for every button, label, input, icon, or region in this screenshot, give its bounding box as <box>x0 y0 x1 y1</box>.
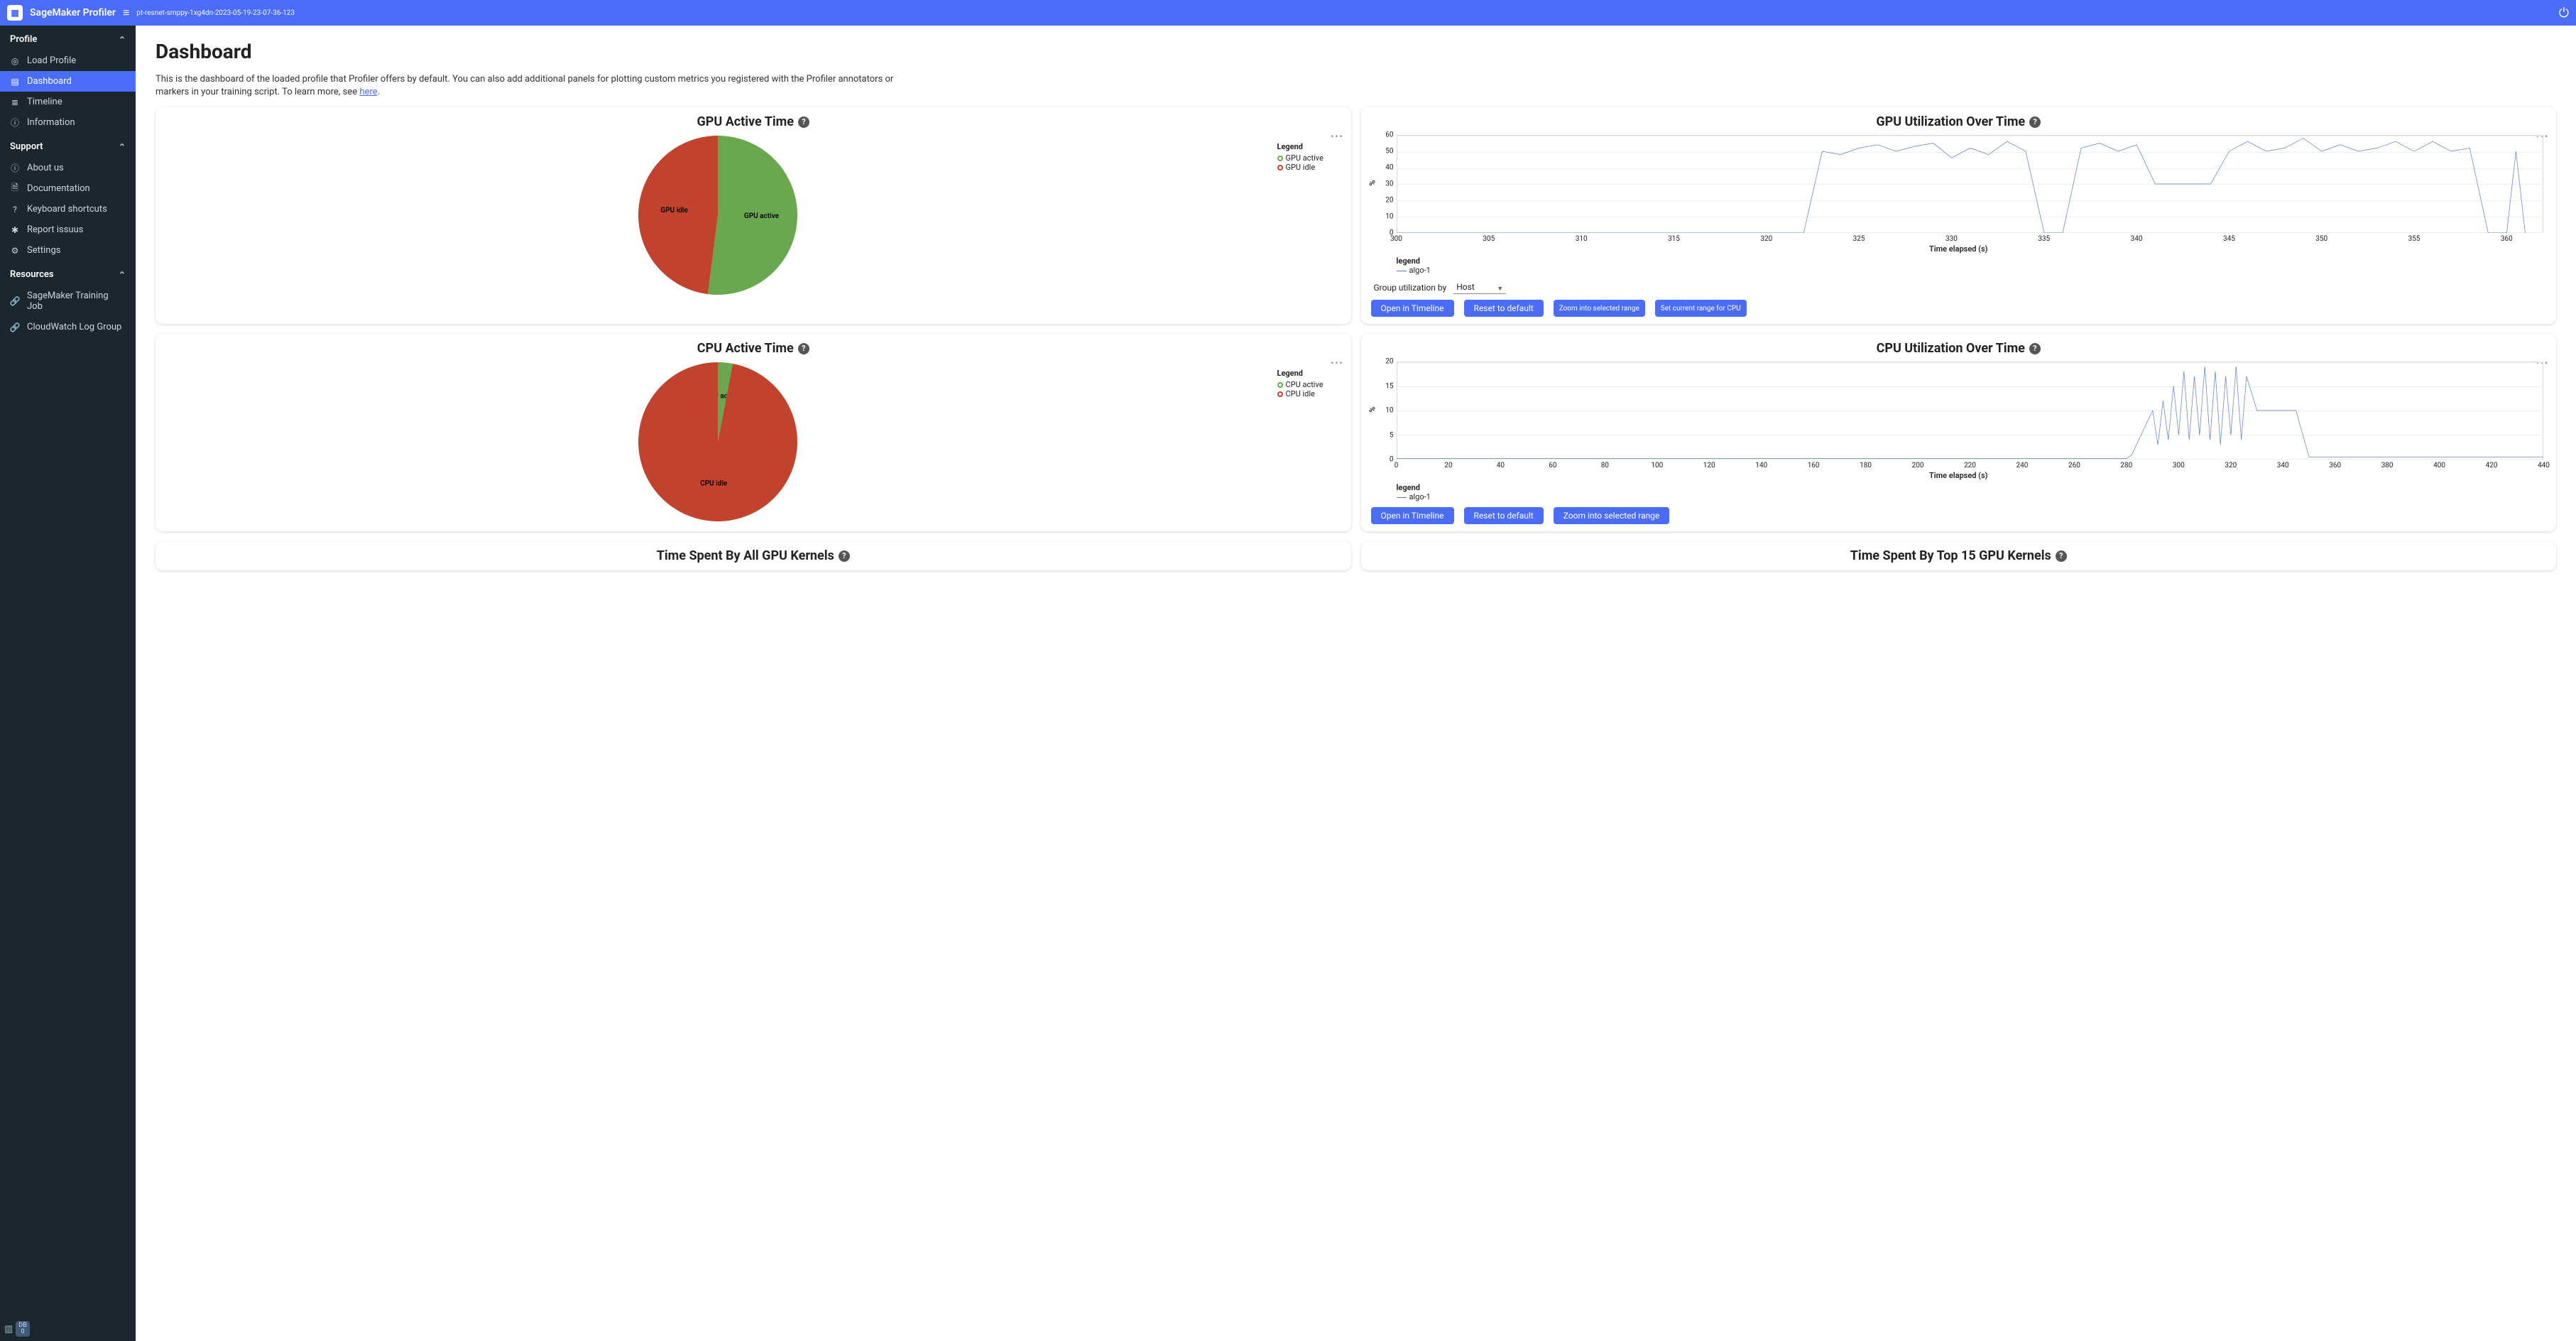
panel-cpu-utilization: CPU Utilization Over Time? ••• % 0510152… <box>1361 334 2557 531</box>
reset-to-default-button[interactable]: Reset to default <box>1464 507 1544 524</box>
link-icon: 🔗 <box>10 296 20 306</box>
sidebar-item-about-us[interactable]: ⓘ About us <box>0 158 136 178</box>
group-by-label: Group utilization by <box>1374 283 1447 293</box>
bug-icon: ✱ <box>10 225 20 235</box>
sidebar-item-timeline[interactable]: ≣ Timeline <box>0 92 136 112</box>
svg-text:GPU active: GPU active <box>744 212 780 220</box>
sidebar-item-settings[interactable]: ⚙ Settings <box>0 240 136 261</box>
panel-top15-gpu-kernels: Time Spent By Top 15 GPU Kernels? <box>1361 541 2557 570</box>
sidebar-section-profile[interactable]: Profile⌃ <box>0 26 136 50</box>
doc-icon: 🗎 <box>10 184 20 194</box>
help-icon[interactable]: ? <box>2029 116 2041 128</box>
job-name: pt-resnet-smppy-1xg4dn-2023-05-19-23-07-… <box>136 9 295 17</box>
intro-text: This is the dashboard of the loaded prof… <box>155 73 908 99</box>
help-icon[interactable]: ? <box>2029 343 2041 354</box>
chevron-up-icon: ⌃ <box>119 142 126 152</box>
help-icon[interactable]: ? <box>839 550 850 562</box>
dashboard-icon: ▤ <box>10 77 20 87</box>
sidebar-item-label: Load Profile <box>27 55 76 66</box>
panel-gpu-active-time: GPU Active Time? ••• GPU activeGPU idle … <box>155 107 1351 324</box>
zoom-into-selected-range-button[interactable]: Zoom into selected range <box>1554 507 1670 524</box>
sidebar-section-resources[interactable]: Resources⌃ <box>0 261 136 286</box>
sidebar-item-label: Timeline <box>27 97 62 107</box>
cpu-pie-legend: Legend CPU active CPU idle <box>1277 360 1341 523</box>
panel-title: Time Spent By All GPU Kernels <box>657 548 834 563</box>
help-icon[interactable]: ? <box>798 343 809 354</box>
sidebar-item-load-profile[interactable]: ◎ Load Profile <box>0 50 136 71</box>
learn-more-link[interactable]: here <box>359 87 377 97</box>
sidebar-item-label: SageMaker Training Job <box>27 291 126 312</box>
sidebar-item-label: Report issuus <box>27 224 83 235</box>
cpu-util-chart: % 05101520020406080100120140160180200220… <box>1371 359 2547 479</box>
panel-all-gpu-kernels: Time Spent By All GPU Kernels? <box>155 541 1351 570</box>
help-icon: ? <box>10 205 20 215</box>
svg-text:CPU idle: CPU idle <box>700 480 728 488</box>
power-icon[interactable]: ⏻ <box>2559 6 2569 21</box>
zoom-into-selected-range-button[interactable]: Zoom into selected range <box>1554 300 1645 317</box>
info-icon: ⓘ <box>10 163 20 173</box>
sidebar-item-label: Keyboard shortcuts <box>27 204 107 215</box>
sidebar-item-label: Settings <box>27 245 60 256</box>
top-bar: ▦ SageMaker Profiler ≡ pt-resnet-smppy-1… <box>0 0 2576 26</box>
sidebar-item-report-issuus[interactable]: ✱ Report issuus <box>0 219 136 240</box>
panel-title: CPU Active Time <box>697 341 794 356</box>
reset-to-default-button[interactable]: Reset to default <box>1464 300 1544 317</box>
sidebar: Profile⌃ ◎ Load Profile ▤ Dashboard ≣ Timeline… <box>0 26 136 1341</box>
stats-icon[interactable]: ▥ <box>4 1324 13 1335</box>
sidebar-item-keyboard-shortcuts[interactable]: ? Keyboard shortcuts <box>0 199 136 219</box>
compass-icon: ◎ <box>10 56 20 66</box>
sidebar-section-support[interactable]: Support⌃ <box>0 133 136 158</box>
main-content: Dashboard This is the dashboard of the l… <box>136 26 2576 1341</box>
cpu-util-legend: legend algo-1 <box>1397 483 2547 501</box>
panel-title: CPU Utilization Over Time <box>1877 341 2025 356</box>
gear-icon: ⚙ <box>10 246 20 256</box>
chevron-down-icon: ▼ <box>1497 285 1503 293</box>
info-icon: ⓘ <box>10 118 20 128</box>
svg-text:GPU idle: GPU idle <box>660 207 688 215</box>
sidebar-item-documentation[interactable]: 🗎 Documentation <box>0 178 136 199</box>
panel-gpu-utilization: GPU Utilization Over Time? ••• % 0102030… <box>1361 107 2557 324</box>
panel-cpu-active-time: CPU Active Time? ••• CPU activeCPU idle … <box>155 334 1351 531</box>
app-title: SageMaker Profiler <box>30 7 116 18</box>
chevron-up-icon: ⌃ <box>119 35 126 45</box>
set-current-range-for-cpu-button[interactable]: Set current range for CPU <box>1655 300 1747 317</box>
panel-title: Time Spent By Top 15 GPU Kernels <box>1850 548 2051 563</box>
help-icon[interactable]: ? <box>798 116 809 128</box>
link-icon: 🔗 <box>10 322 20 332</box>
gpu-util-chart: % 01020304050603003053103153203253303353… <box>1371 132 2547 253</box>
app-logo-icon: ▦ <box>7 5 23 21</box>
help-icon[interactable]: ? <box>2056 550 2067 562</box>
gpu-pie-legend: Legend GPU active GPU idle <box>1277 134 1341 297</box>
group-by-select[interactable]: Host▼ <box>1453 281 1506 294</box>
sidebar-item-label: CloudWatch Log Group <box>27 322 121 332</box>
cpu-pie-chart: CPU activeCPU idle <box>636 360 799 523</box>
open-in-timeline-button[interactable]: Open in Timeline <box>1371 507 1454 524</box>
panel-menu-icon[interactable]: ••• <box>1331 131 1343 141</box>
open-in-timeline-button[interactable]: Open in Timeline <box>1371 300 1454 317</box>
sidebar-item-label: Documentation <box>27 183 90 194</box>
menu-toggle-icon[interactable]: ≡ <box>123 6 129 20</box>
sidebar-item-information[interactable]: ⓘ Information <box>0 112 136 133</box>
db-badge: DB 0 <box>16 1321 30 1337</box>
panel-title: GPU Active Time <box>697 114 795 129</box>
gpu-util-legend: legend algo-1 <box>1397 256 2547 275</box>
sidebar-item-dashboard[interactable]: ▤ Dashboard <box>0 71 136 92</box>
panel-title: GPU Utilization Over Time <box>1876 114 2025 129</box>
gpu-pie-chart: GPU active GPU idle <box>636 134 799 297</box>
chevron-up-icon: ⌃ <box>119 270 126 280</box>
sidebar-item-cloudwatch-log-group[interactable]: 🔗 CloudWatch Log Group <box>0 317 136 337</box>
sidebar-item-sagemaker-training-job[interactable]: 🔗 SageMaker Training Job <box>0 286 136 317</box>
sidebar-item-label: About us <box>27 163 64 173</box>
page-title: Dashboard <box>155 40 2556 63</box>
sidebar-item-label: Dashboard <box>27 76 72 87</box>
timeline-icon: ≣ <box>10 97 20 107</box>
panel-menu-icon[interactable]: ••• <box>1331 358 1343 368</box>
sidebar-item-label: Information <box>27 117 75 128</box>
